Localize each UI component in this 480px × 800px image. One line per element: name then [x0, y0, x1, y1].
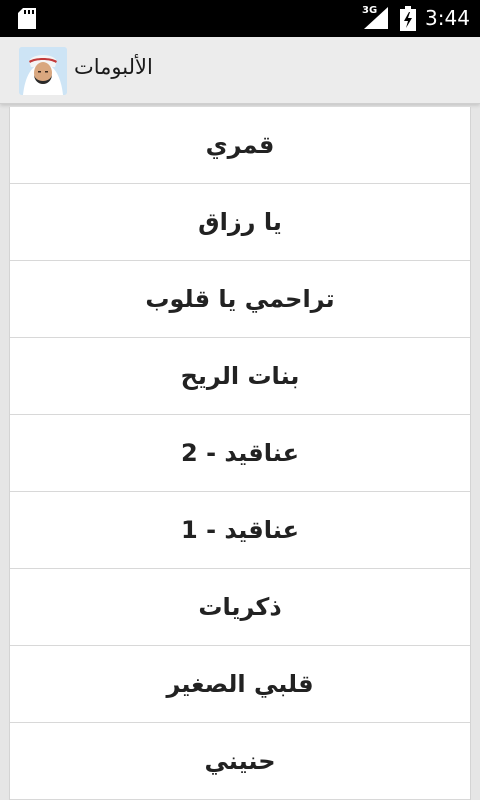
album-label: بنات الريح: [180, 362, 300, 390]
album-item[interactable]: قمري: [10, 107, 470, 184]
album-label: حنيني: [204, 747, 276, 775]
album-item[interactable]: عناقيد - 2: [10, 415, 470, 492]
status-clock: 3:44: [425, 6, 470, 30]
album-item[interactable]: عناقيد - 1: [10, 492, 470, 569]
action-bar: الألبومات: [0, 37, 480, 104]
album-label: ذكريات: [198, 593, 282, 621]
app-icon[interactable]: [19, 47, 67, 95]
cell-signal-icon: [364, 7, 388, 29]
album-label: عناقيد - 2: [181, 439, 299, 467]
battery-charging-icon: [400, 6, 416, 31]
album-label: قلبي الصغير: [166, 670, 314, 698]
album-item[interactable]: حنيني: [10, 723, 470, 800]
sd-card-icon: [18, 8, 36, 29]
page-title: الألبومات: [74, 55, 153, 79]
album-item[interactable]: ذكريات: [10, 569, 470, 646]
album-item[interactable]: تراحمي يا قلوب: [10, 261, 470, 338]
album-label: عناقيد - 1: [181, 516, 299, 544]
album-item[interactable]: قلبي الصغير: [10, 646, 470, 723]
album-list: قمري يا رزاق تراحمي يا قلوب بنات الريح ع…: [9, 107, 471, 800]
album-label: يا رزاق: [198, 208, 282, 236]
album-item[interactable]: يا رزاق: [10, 184, 470, 261]
album-label: تراحمي يا قلوب: [145, 285, 335, 313]
reciter-avatar-icon: [19, 47, 67, 95]
album-label: قمري: [205, 131, 275, 159]
album-item[interactable]: بنات الريح: [10, 338, 470, 415]
status-bar: 3G 3:44: [0, 0, 480, 37]
